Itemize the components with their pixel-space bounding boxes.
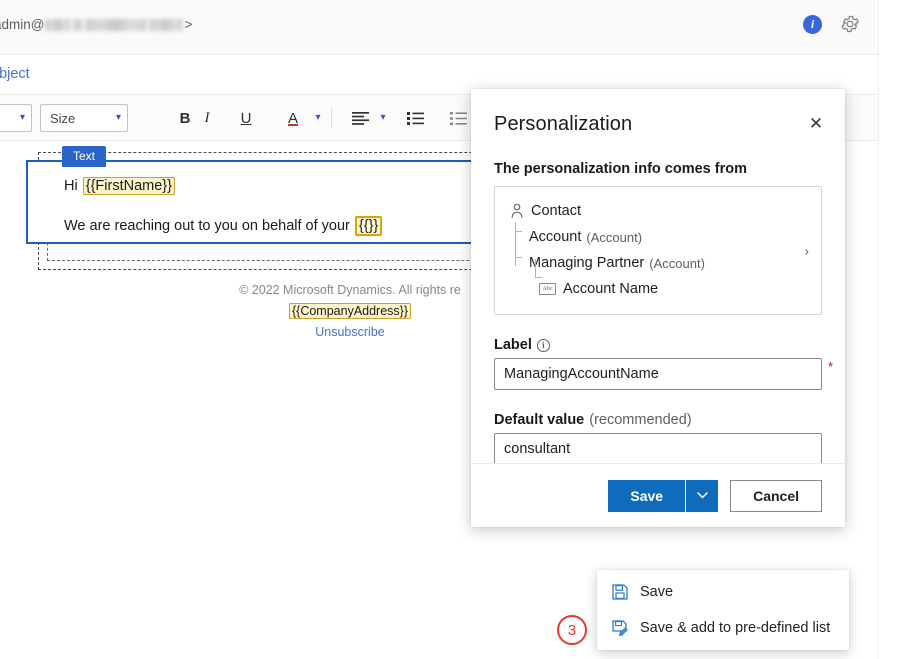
numbered-list-icon (450, 112, 467, 125)
chevron-down-icon: ▾ (116, 113, 121, 123)
personalization-token-companyaddress[interactable]: {{CompanyAddress}} (289, 303, 411, 319)
right-edge-strip (878, 0, 900, 659)
info-icon[interactable]: i (803, 15, 822, 34)
email-body-line-2[interactable]: We are reaching out to you on behalf of … (64, 218, 383, 234)
default-value-input[interactable] (494, 433, 822, 465)
personalization-token-firstname[interactable]: {{FirstName}} (83, 177, 175, 195)
source-heading: The personalization info comes from (494, 161, 822, 177)
menu-item-label: Save (640, 584, 673, 600)
menu-item-save-add-predefined[interactable]: Save & add to pre-defined list (597, 610, 849, 646)
label-field-text: Label (494, 337, 532, 353)
save-button[interactable]: Save (608, 480, 685, 512)
underline-button[interactable]: U (231, 104, 261, 132)
tree-connector-branch (515, 257, 522, 258)
bulleted-list-button[interactable] (400, 104, 430, 132)
save-dropdown-toggle[interactable] (686, 480, 718, 512)
toolbar-divider (331, 108, 332, 128)
chevron-down-icon (697, 492, 708, 499)
label-input[interactable] (494, 358, 822, 390)
tree-node-account-name[interactable]: Abc Account Name (507, 276, 809, 302)
from-address-prefix: admin@ (0, 17, 44, 32)
text-block-tab[interactable]: Text (62, 146, 106, 167)
redacted-domain-part (149, 19, 183, 31)
tree-node-contact[interactable]: Contact (507, 198, 809, 224)
cancel-button[interactable]: Cancel (730, 480, 822, 512)
tree-connector-branch (535, 277, 542, 278)
close-icon[interactable]: ✕ (803, 111, 829, 137)
italic-label: I (205, 110, 210, 127)
bold-label: B (180, 110, 191, 127)
save-split-button[interactable]: Save (608, 480, 718, 512)
label-field-label: Label i (494, 337, 822, 353)
editor-top-bar: admin@ > i (0, 0, 900, 55)
dialog-body: The personalization info comes from › Co… (471, 151, 845, 507)
tree-connector-vertical (535, 259, 536, 277)
tree-node-label: Account (529, 229, 581, 245)
underline-label: U (241, 110, 252, 127)
chevron-down-icon: ▾ (20, 113, 25, 123)
font-size-value: Size (50, 111, 75, 126)
person-icon (507, 202, 527, 220)
tree-node-label: Contact (531, 203, 581, 219)
tree-node-label: Managing Partner (529, 255, 644, 271)
required-asterisk: * (828, 359, 833, 374)
gear-icon[interactable] (840, 14, 860, 34)
split-divider (685, 480, 686, 512)
default-value-input-wrap (494, 433, 822, 465)
font-color-chevron[interactable]: ▾ (303, 104, 333, 132)
default-value-field-label: Default value (recommended) (494, 412, 822, 428)
bulleted-list-icon (407, 112, 424, 125)
default-value-label-suffix: (recommended) (589, 412, 691, 428)
subject-link[interactable]: ubject (0, 66, 30, 82)
chevron-right-icon[interactable]: › (805, 243, 809, 258)
dialog-title: Personalization (494, 113, 825, 136)
tree-node-managing-partner[interactable]: Managing Partner (Account) (507, 250, 809, 276)
redacted-domain-part (73, 19, 83, 31)
redacted-domain-part (45, 19, 71, 31)
align-chevron[interactable]: ▾ (368, 104, 398, 132)
app-root: admin@ > i ubject ▾ Size ▾ B (0, 0, 900, 659)
personalization-dialog: Personalization ✕ The personalization in… (471, 89, 845, 527)
save-add-icon (611, 619, 629, 637)
font-color-label: A (288, 110, 298, 127)
from-address-suffix: > (184, 17, 192, 32)
tree-node-account[interactable]: Account (Account) (507, 224, 809, 250)
abc-field-icon: Abc (539, 283, 556, 295)
dialog-header: Personalization ✕ (471, 89, 845, 151)
menu-item-save[interactable]: Save (597, 574, 849, 610)
personalization-source-tree[interactable]: › Contact Account (Account) (494, 186, 822, 315)
tree-connector-branch (515, 231, 522, 232)
from-address: admin@ > (0, 17, 192, 32)
italic-button[interactable]: I (192, 104, 222, 132)
redacted-domain-part (85, 19, 147, 31)
dialog-footer: Save Cancel (471, 463, 845, 527)
font-size-select[interactable]: Size ▾ (40, 104, 128, 132)
chevron-down-icon: ▾ (380, 113, 385, 123)
tree-node-label: Account Name (563, 281, 658, 297)
numbered-list-button[interactable] (443, 104, 473, 132)
line2-text: We are reaching out to you on behalf of … (64, 218, 354, 234)
align-left-icon (352, 112, 369, 125)
tree-node-entity: (Account) (649, 256, 705, 271)
info-icon[interactable]: i (537, 339, 550, 352)
top-right-icon-group: i (803, 14, 860, 34)
label-input-wrap: * (494, 358, 822, 390)
save-dropdown-menu: Save Save & add to pre-defined list (597, 570, 849, 650)
personalization-token-empty[interactable]: {{}} (355, 216, 382, 236)
default-value-label-text: Default value (494, 412, 584, 428)
save-floppy-icon (611, 583, 629, 601)
menu-item-label: Save & add to pre-defined list (640, 620, 830, 636)
line1-text: Hi (64, 178, 82, 194)
font-family-select[interactable]: ▾ (0, 104, 32, 132)
chevron-down-icon: ▾ (315, 113, 320, 123)
tree-node-entity: (Account) (586, 230, 642, 245)
email-body-line-1[interactable]: Hi {{FirstName}} (64, 178, 176, 194)
tree-connector-vertical (515, 222, 516, 266)
annotation-step-badge: 3 (557, 615, 587, 645)
